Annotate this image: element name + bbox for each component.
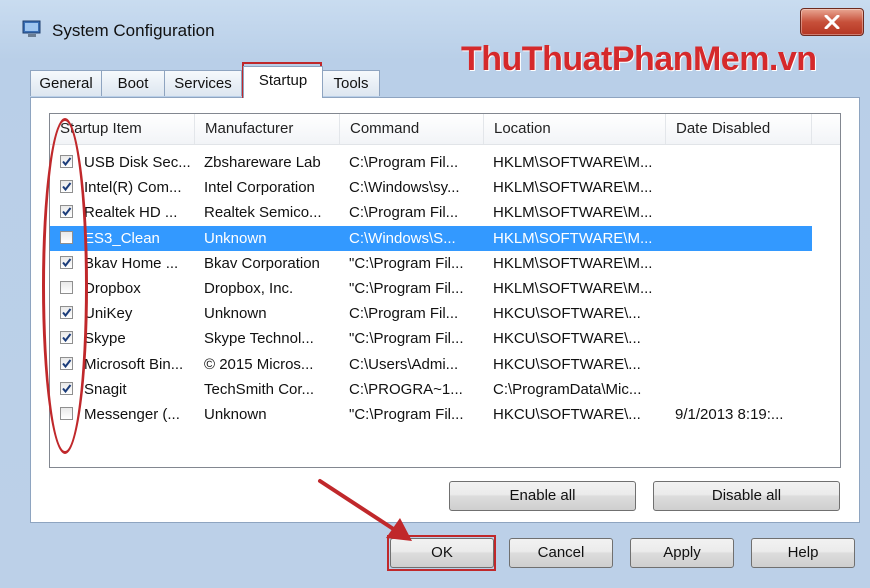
annotation-arrow-icon (318, 479, 412, 541)
system-configuration-window: System Configuration General Boot Servic… (0, 0, 870, 588)
tab-startup[interactable]: Startup (243, 66, 323, 98)
